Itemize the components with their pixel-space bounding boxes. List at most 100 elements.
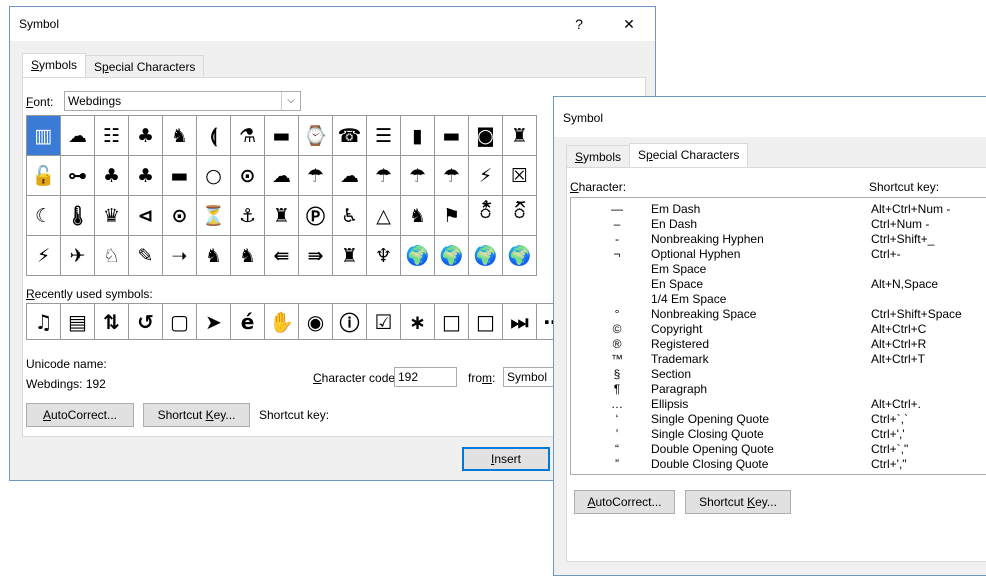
list-item[interactable]: Em Space [571, 262, 986, 277]
close-button[interactable]: ✕ [614, 13, 644, 35]
symbol-cell[interactable]: ☂ [401, 156, 435, 196]
symbol-cell[interactable]: ⟬ [197, 116, 231, 156]
symbol-cell[interactable]: ☁ [61, 116, 95, 156]
list-item[interactable]: ™ Trademark Alt+Ctrl+T [571, 352, 986, 367]
symbol-cell[interactable]: ☎ [333, 116, 367, 156]
list-item[interactable]: ¬ Optional Hyphen Ctrl+- [571, 247, 986, 262]
symbol-cell[interactable]: ✎ [129, 236, 163, 276]
help-button[interactable]: ? [564, 13, 594, 35]
recent-symbol-cell[interactable]: ▢ [163, 304, 197, 340]
font-select[interactable]: Webdings ⌵ [64, 91, 301, 111]
symbol-cell[interactable]: ⊙ [163, 196, 197, 236]
symbol-cell[interactable]: ▬ [163, 156, 197, 196]
recent-symbol-cell[interactable]: ↺ [129, 304, 163, 340]
list-item[interactable]: “ Double Opening Quote Ctrl+`," [571, 442, 986, 457]
symbol-cell[interactable]: ᭰ [469, 196, 503, 236]
symbol-cell[interactable]: 🌡 [61, 196, 95, 236]
symbol-cell[interactable]: ⌚ [299, 116, 333, 156]
symbol-cell[interactable]: ♛ [95, 196, 129, 236]
symbol-cell[interactable]: ▥ [27, 116, 61, 156]
symbol-cell[interactable]: ♞ [163, 116, 197, 156]
shortcut-key-button[interactable]: Shortcut Key... [143, 403, 250, 427]
recent-symbol-cell[interactable]: ⇅ [95, 304, 129, 340]
symbol-cell[interactable]: ☂ [435, 156, 469, 196]
symbol-cell[interactable]: ➝ [163, 236, 197, 276]
symbol-cell[interactable]: ☁ [333, 156, 367, 196]
list-item[interactable]: ’ Single Closing Quote Ctrl+',' [571, 427, 986, 442]
symbol-cell[interactable]: 🌍 [503, 236, 537, 276]
symbol-cell[interactable]: ⊲ [129, 196, 163, 236]
list-item[interactable]: - Nonbreaking Hyphen Ctrl+Shift+_ [571, 232, 986, 247]
symbol-cell[interactable]: ☒ [503, 156, 537, 196]
tab-special-characters-2[interactable]: Special Characters [629, 143, 749, 167]
symbol-cell[interactable]: ♞ [197, 236, 231, 276]
list-item[interactable]: ® Registered Alt+Ctrl+R [571, 337, 986, 352]
symbol-cell[interactable]: ᭱ [503, 196, 537, 236]
recent-symbol-cell[interactable]: ◉ [299, 304, 333, 340]
list-item[interactable]: – En Dash Ctrl+Num - [571, 217, 986, 232]
symbol-cell[interactable]: ⊙ [231, 156, 265, 196]
list-item[interactable]: ” Double Closing Quote Ctrl+'," [571, 457, 986, 472]
symbol-cell[interactable]: ☂ [367, 156, 401, 196]
symbol-cell[interactable]: ⇛ [299, 236, 333, 276]
symbol-cell[interactable]: ♘ [95, 236, 129, 276]
tab-symbols-2[interactable]: Symbols [566, 145, 631, 167]
symbol-cell[interactable]: ▮ [401, 116, 435, 156]
recent-symbol-cell[interactable]: □ [435, 304, 469, 340]
tab-special-characters[interactable]: Special Characters [85, 55, 205, 77]
list-item[interactable]: ‘ Single Opening Quote Ctrl+`,` [571, 412, 986, 427]
list-item[interactable]: © Copyright Alt+Ctrl+C [571, 322, 986, 337]
symbol-cell[interactable]: ☰ [367, 116, 401, 156]
symbol-cell[interactable]: ⚡ [469, 156, 503, 196]
symbol-cell[interactable]: ▬ [435, 116, 469, 156]
symbol-cell[interactable]: △ [367, 196, 401, 236]
list-item[interactable]: 1/4 Em Space [571, 292, 986, 307]
symbol-cell[interactable]: ☷ [95, 116, 129, 156]
special-characters-list[interactable]: — Em Dash Alt+Ctrl+Num - – En Dash Ctrl+Num -… [570, 197, 986, 475]
recent-symbol-cell[interactable]: □ [469, 304, 503, 340]
symbol-cell[interactable]: ⊶ [61, 156, 95, 196]
list-item[interactable]: — Em Dash Alt+Ctrl+Num - [571, 202, 986, 217]
symbol-cell[interactable]: ♜ [503, 116, 537, 156]
symbol-cell[interactable]: ♞ [231, 236, 265, 276]
character-code-input[interactable]: 192 [394, 367, 457, 387]
shortcut-key-button-2[interactable]: Shortcut Key... [685, 490, 791, 514]
insert-button[interactable]: Insert [462, 447, 550, 471]
symbol-cell[interactable]: ⏳ [197, 196, 231, 236]
symbol-cell[interactable]: ♿ [333, 196, 367, 236]
list-item[interactable]: En Space Alt+N,Space [571, 277, 986, 292]
recent-symbol-cell[interactable]: ∗ [401, 304, 435, 340]
symbol-cell[interactable]: 🌍 [435, 236, 469, 276]
symbol-cell[interactable]: ⇚ [265, 236, 299, 276]
recent-symbol-cell[interactable]: ▤ [61, 304, 95, 340]
list-item[interactable]: § Section [571, 367, 986, 382]
recent-symbol-cell[interactable]: é [231, 304, 265, 340]
recent-symbol-cell[interactable]: ♫ [27, 304, 61, 340]
symbol-cell[interactable]: Ⓟ [299, 196, 333, 236]
recent-symbol-cell[interactable]: ⏭ [503, 304, 537, 340]
symbol-cell[interactable]: ⚗ [231, 116, 265, 156]
symbol-cell[interactable]: ✈ [61, 236, 95, 276]
recent-symbol-cell[interactable]: ☑ [367, 304, 401, 340]
symbol-cell[interactable]: 🌍 [401, 236, 435, 276]
recent-symbol-cell[interactable]: ✋ [265, 304, 299, 340]
symbol-cell[interactable]: ♣ [95, 156, 129, 196]
autocorrect-button[interactable]: AutoCorrect... [26, 403, 134, 427]
symbol-cell[interactable]: ♜ [265, 196, 299, 236]
list-item[interactable]: ¶ Paragraph [571, 382, 986, 397]
symbol-cell[interactable]: ♣ [129, 116, 163, 156]
tab-symbols[interactable]: Symbols [22, 53, 87, 77]
symbol-cell[interactable]: ♜ [333, 236, 367, 276]
symbol-cell[interactable]: ◙ [469, 116, 503, 156]
symbol-cell[interactable]: ⚓ [231, 196, 265, 236]
list-item[interactable]: … Ellipsis Alt+Ctrl+. [571, 397, 986, 412]
symbol-cell[interactable]: ▬ [265, 116, 299, 156]
symbol-cell[interactable]: 🔓 [27, 156, 61, 196]
symbol-cell[interactable]: ⚡ [27, 236, 61, 276]
list-item[interactable]: ° Nonbreaking Space Ctrl+Shift+Space [571, 307, 986, 322]
symbol-cell[interactable]: ☂ [299, 156, 333, 196]
symbol-cell[interactable]: ⚑ [435, 196, 469, 236]
symbol-cell[interactable]: ♣ [129, 156, 163, 196]
symbol-cell[interactable]: ○ [197, 156, 231, 196]
autocorrect-button-2[interactable]: AutoCorrect... [574, 490, 675, 514]
